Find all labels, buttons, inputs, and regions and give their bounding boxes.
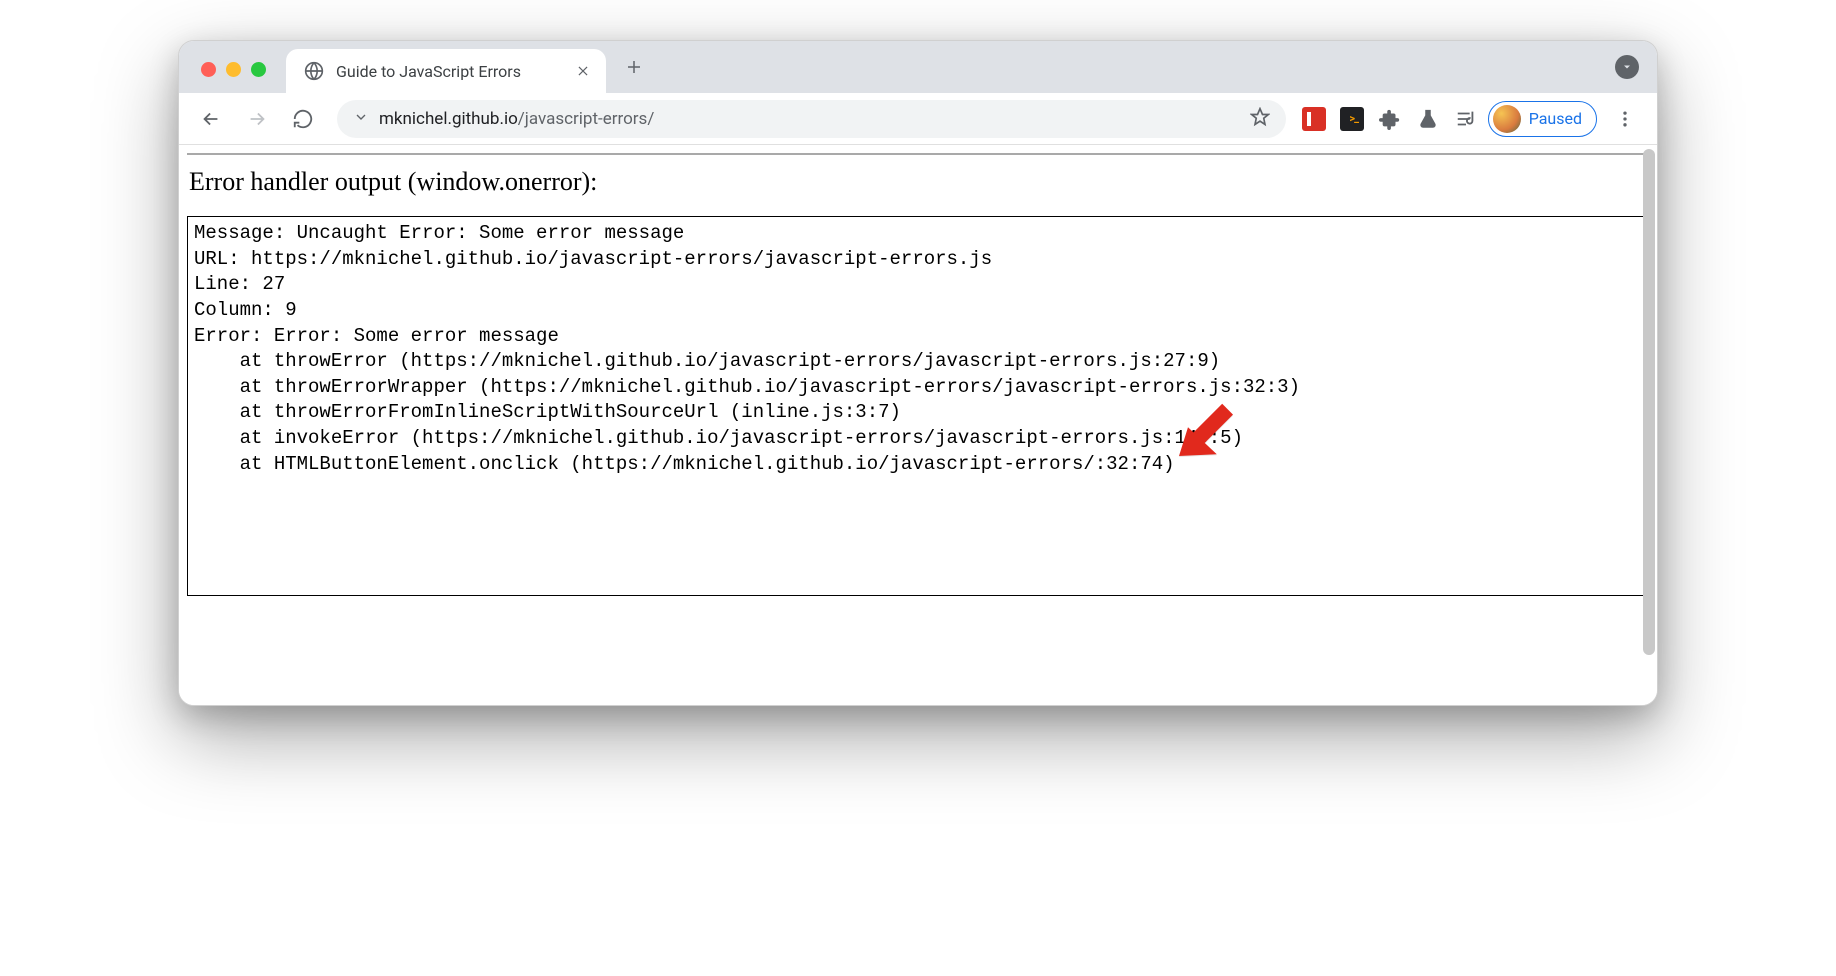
extension-icons: >_ [1302,107,1478,131]
page-viewport[interactable]: Error handler output (window.onerror): M… [179,145,1657,705]
browser-window: Guide to JavaScript Errors mkniche [178,40,1658,706]
window-controls [201,62,266,77]
forward-button[interactable] [239,101,275,137]
avatar [1493,105,1521,133]
address-bar[interactable]: mknichel.github.io/javascript-errors/ [337,100,1286,138]
reload-button[interactable] [285,101,321,137]
profile-chip[interactable]: Paused [1488,101,1597,137]
extension-icon-2[interactable]: >_ [1340,107,1364,131]
minimize-window-button[interactable] [226,62,241,77]
back-button[interactable] [193,101,229,137]
browser-tab[interactable]: Guide to JavaScript Errors [286,49,606,93]
tab-strip: Guide to JavaScript Errors [179,41,1657,93]
tab-title: Guide to JavaScript Errors [336,62,564,81]
labs-icon[interactable] [1416,107,1440,131]
close-tab-button[interactable] [576,64,590,78]
tab-search-button[interactable] [1615,55,1639,79]
toolbar: mknichel.github.io/javascript-errors/ >_… [179,93,1657,145]
extensions-menu-icon[interactable] [1378,107,1402,131]
close-window-button[interactable] [201,62,216,77]
url-host: mknichel.github.io [379,109,518,129]
extension-icon-1[interactable] [1302,107,1326,131]
chrome-menu-button[interactable] [1607,101,1643,137]
error-output-box: Message: Uncaught Error: Some error mess… [187,216,1649,596]
bookmark-star-icon[interactable] [1250,107,1270,131]
scrollbar[interactable] [1643,149,1655,655]
divider [187,153,1649,155]
profile-status: Paused [1529,109,1582,128]
page-body: Error handler output (window.onerror): M… [179,145,1657,623]
media-controls-icon[interactable] [1454,107,1478,131]
error-output-heading: Error handler output (window.onerror): [189,167,1647,197]
url-text: mknichel.github.io/javascript-errors/ [379,109,654,129]
site-info-icon[interactable] [353,109,369,129]
maximize-window-button[interactable] [251,62,266,77]
globe-icon [304,61,324,81]
new-tab-button[interactable] [620,53,648,81]
url-path: /javascript-errors/ [518,109,655,129]
